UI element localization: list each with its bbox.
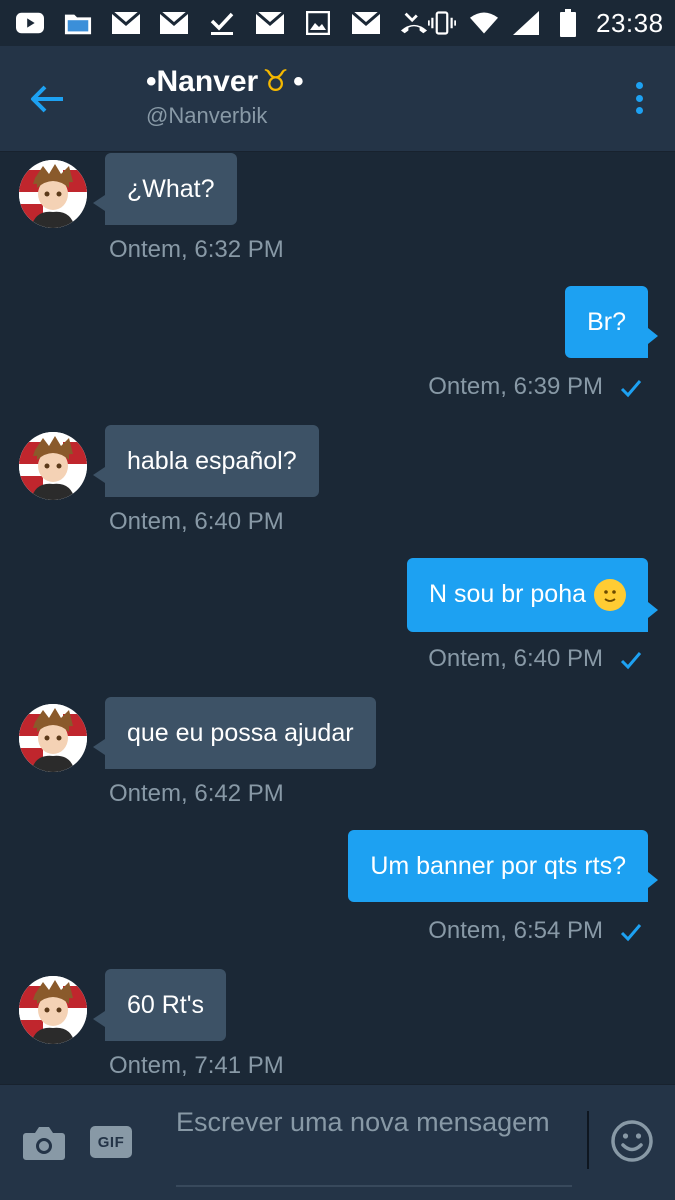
taurus-symbol: ♉ (262, 65, 290, 98)
message-timestamp: Ontem, 6:42 PM (109, 780, 284, 807)
message-timestamp: Ontem, 6:39 PM (428, 373, 603, 400)
message-timestamp: Ontem, 6:54 PM (428, 917, 603, 944)
image-icon (304, 11, 332, 35)
message-timestamp: Ontem, 6:40 PM (109, 508, 284, 535)
mail-icon (160, 11, 188, 35)
camera-icon (23, 1127, 65, 1160)
overflow-menu-button[interactable] (627, 78, 651, 118)
message-bubble[interactable]: Um banner por qts rts? (348, 830, 658, 902)
back-button[interactable] (24, 76, 70, 122)
status-bar: 23:38 (0, 0, 675, 46)
message-bubble[interactable]: N sou br poha (406, 558, 659, 633)
message-bubble[interactable]: habla español? (93, 425, 319, 497)
message-timestamp: Ontem, 7:41 PM (109, 1052, 284, 1079)
sent-check-icon (620, 652, 642, 670)
message-input[interactable] (176, 1105, 572, 1187)
message-timestamp: Ontem, 6:40 PM (428, 645, 603, 672)
avatar[interactable] (19, 704, 87, 772)
smiley-icon (611, 1120, 653, 1162)
signal-icon (512, 11, 540, 35)
emoji-button[interactable] (610, 1119, 654, 1163)
avatar[interactable] (19, 432, 87, 500)
missed-call-icon (400, 11, 428, 35)
sent-check-icon (620, 380, 642, 398)
youtube-icon (16, 11, 44, 35)
battery-icon (554, 9, 582, 37)
gif-button[interactable]: GIF (90, 1126, 132, 1158)
sent-check-icon (620, 924, 642, 942)
slightly-smiling-emoji-icon (594, 579, 626, 612)
message-bubble[interactable]: Br? (565, 286, 658, 358)
message-composer: GIF (0, 1084, 675, 1200)
menu-dot (635, 94, 643, 102)
vibrate-icon (428, 11, 456, 35)
mail-icon (352, 11, 380, 35)
page-title: •Nanver ♉ • (146, 64, 304, 99)
file-manager-icon (64, 11, 92, 35)
conversation-title-block[interactable]: •Nanver ♉ • @Nanverbik (146, 64, 304, 129)
menu-dot (635, 107, 643, 114)
clock: 23:38 (596, 7, 664, 38)
contact-name: •Nanver (146, 64, 259, 98)
back-arrow-icon (31, 85, 63, 113)
mail-icon (112, 11, 140, 35)
message-bubble[interactable]: que eu possa ajudar (93, 697, 376, 769)
title-suffix: • (293, 64, 304, 98)
system-icons: 23:38 (428, 8, 664, 39)
message-text: N sou br poha (428, 580, 586, 608)
camera-button[interactable] (22, 1125, 66, 1161)
composer-divider (587, 1111, 589, 1169)
message-timestamp: Ontem, 6:32 PM (109, 236, 284, 263)
notification-icons (16, 11, 428, 35)
message-bubble[interactable]: 60 Rt's (92, 969, 227, 1041)
checkmark-download-icon (208, 11, 236, 35)
menu-dot (635, 82, 643, 89)
avatar[interactable] (19, 976, 87, 1044)
mail-icon (256, 11, 284, 35)
message-bubble[interactable]: ¿What? (93, 153, 237, 225)
contact-handle: @Nanverbik (146, 103, 268, 128)
message-thread[interactable]: ¿What? Ontem, 6:32 PM Br? Ontem, 6:39 PM… (0, 152, 675, 1084)
avatar[interactable] (19, 160, 87, 228)
conversation-header: •Nanver ♉ • @Nanverbik (0, 46, 675, 152)
wifi-icon (470, 11, 498, 35)
